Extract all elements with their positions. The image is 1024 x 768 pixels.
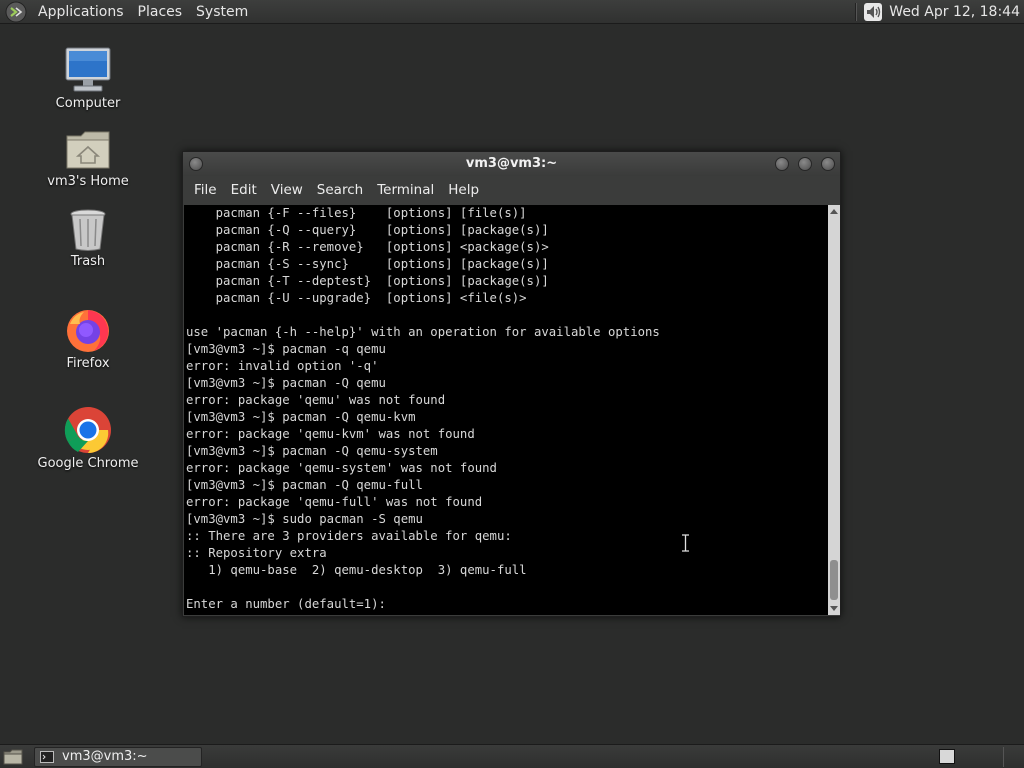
mate-logo-icon[interactable]: [5, 1, 27, 23]
terminal-line: use 'pacman {-h --help}' with an operati…: [186, 325, 660, 339]
window-title-bar[interactable]: vm3@vm3:~: [183, 152, 840, 176]
window-menu-button[interactable]: [189, 157, 203, 171]
bottom-panel: vm3@vm3:~: [0, 744, 1024, 768]
scroll-down-arrow-icon[interactable]: [830, 606, 838, 611]
terminal-line: :: There are 3 providers available for q…: [186, 529, 512, 543]
terminal-line: error: package 'qemu-full' was not found: [186, 495, 483, 509]
firefox-icon: [67, 310, 109, 352]
terminal-line: pacman {-S --sync} [options] [package(s)…: [186, 257, 549, 271]
terminal-line: pacman {-Q --query} [options] [package(s…: [186, 223, 549, 237]
window-title: vm3@vm3:~: [465, 156, 558, 171]
terminal-menu-bar: File Edit View Search Terminal Help: [183, 176, 840, 205]
terminal-scrollbar[interactable]: [828, 205, 840, 615]
panel-separator: [855, 3, 858, 21]
menu-edit[interactable]: Edit: [224, 176, 264, 205]
terminal-line: [vm3@vm3 ~]$ sudo pacman -S qemu: [186, 512, 423, 526]
show-desktop-icon[interactable]: [3, 748, 23, 765]
terminal-line: pacman {-F --files} [options] [file(s)]: [186, 206, 527, 220]
desktop-icon-home[interactable]: vm3's Home: [33, 128, 143, 189]
desktop-icon-firefox[interactable]: Firefox: [33, 306, 143, 371]
places-menu[interactable]: Places: [133, 0, 188, 24]
desktop-icon-trash[interactable]: Trash: [33, 208, 143, 269]
maximize-button[interactable]: [798, 157, 812, 171]
desktop-icon-label: Trash: [70, 254, 106, 269]
desktop-icon-label: Firefox: [66, 356, 110, 371]
terminal-line: error: package 'qemu-system' was not fou…: [186, 461, 497, 475]
menu-search[interactable]: Search: [310, 176, 370, 205]
terminal-line: error: package 'qemu' was not found: [186, 393, 446, 407]
menu-terminal[interactable]: Terminal: [370, 176, 441, 205]
terminal-line: [vm3@vm3 ~]$ pacman -Q qemu-full: [186, 478, 423, 492]
terminal-line: pacman {-U --upgrade} [options] <file(s)…: [186, 291, 527, 305]
terminal-line: pacman {-R --remove} [options] <package(…: [186, 240, 549, 254]
top-panel: Applications Places System Wed Apr 12, 1…: [0, 0, 1024, 24]
terminal-line: [vm3@vm3 ~]$ pacman -Q qemu-system: [186, 444, 438, 458]
desktop-icon-chrome[interactable]: Google Chrome: [33, 406, 143, 471]
chrome-icon: [64, 407, 111, 454]
terminal-line: [vm3@vm3 ~]$ pacman -Q qemu-kvm: [186, 410, 416, 424]
terminal-line: 1) qemu-base 2) qemu-desktop 3) qemu-ful…: [186, 563, 527, 577]
panel-separator: [1003, 747, 1004, 767]
workspace-switcher[interactable]: [939, 749, 955, 764]
desktop-icon-label: Computer: [55, 96, 121, 111]
terminal-lines: pacman {-F --files} [options] [file(s)] …: [186, 205, 660, 613]
terminal-output[interactable]: pacman {-F --files} [options] [file(s)] …: [184, 205, 828, 615]
terminal-line: error: invalid option '-q': [186, 359, 379, 373]
trash-icon: [70, 209, 106, 251]
terminal-line: :: Repository extra: [186, 546, 327, 560]
terminal-icon: [40, 751, 54, 763]
applications-menu[interactable]: Applications: [33, 0, 129, 24]
desktop-icon-computer[interactable]: Computer: [33, 46, 143, 111]
terminal-line: [vm3@vm3 ~]$ pacman -q qemu: [186, 342, 386, 356]
menu-help[interactable]: Help: [441, 176, 486, 205]
terminal-line: Enter a number (default=1):: [186, 597, 386, 611]
clock[interactable]: Wed Apr 12, 18:44: [889, 4, 1020, 20]
minimize-button[interactable]: [775, 157, 789, 171]
terminal-line: error: package 'qemu-kvm' was not found: [186, 427, 475, 441]
task-label: vm3@vm3:~: [62, 749, 148, 764]
terminal-line: pacman {-T --deptest} [options] [package…: [186, 274, 549, 288]
scroll-thumb[interactable]: [830, 560, 838, 600]
desktop-icon-label: Google Chrome: [37, 456, 139, 471]
menu-view[interactable]: View: [264, 176, 310, 205]
scroll-up-arrow-icon[interactable]: [830, 209, 838, 214]
terminal-window[interactable]: vm3@vm3:~ File Edit View Search Terminal…: [182, 151, 841, 617]
taskbar-terminal-button[interactable]: vm3@vm3:~: [34, 747, 202, 767]
computer-icon: [65, 47, 111, 92]
close-button[interactable]: [821, 157, 835, 171]
system-menu[interactable]: System: [191, 0, 253, 24]
desktop-icon-label: vm3's Home: [47, 174, 129, 189]
volume-icon[interactable]: [863, 2, 883, 22]
home-folder-icon: [66, 131, 110, 169]
terminal-line: [vm3@vm3 ~]$ pacman -Q qemu: [186, 376, 386, 390]
menu-file[interactable]: File: [187, 176, 224, 205]
text-cursor-icon: [682, 534, 689, 552]
